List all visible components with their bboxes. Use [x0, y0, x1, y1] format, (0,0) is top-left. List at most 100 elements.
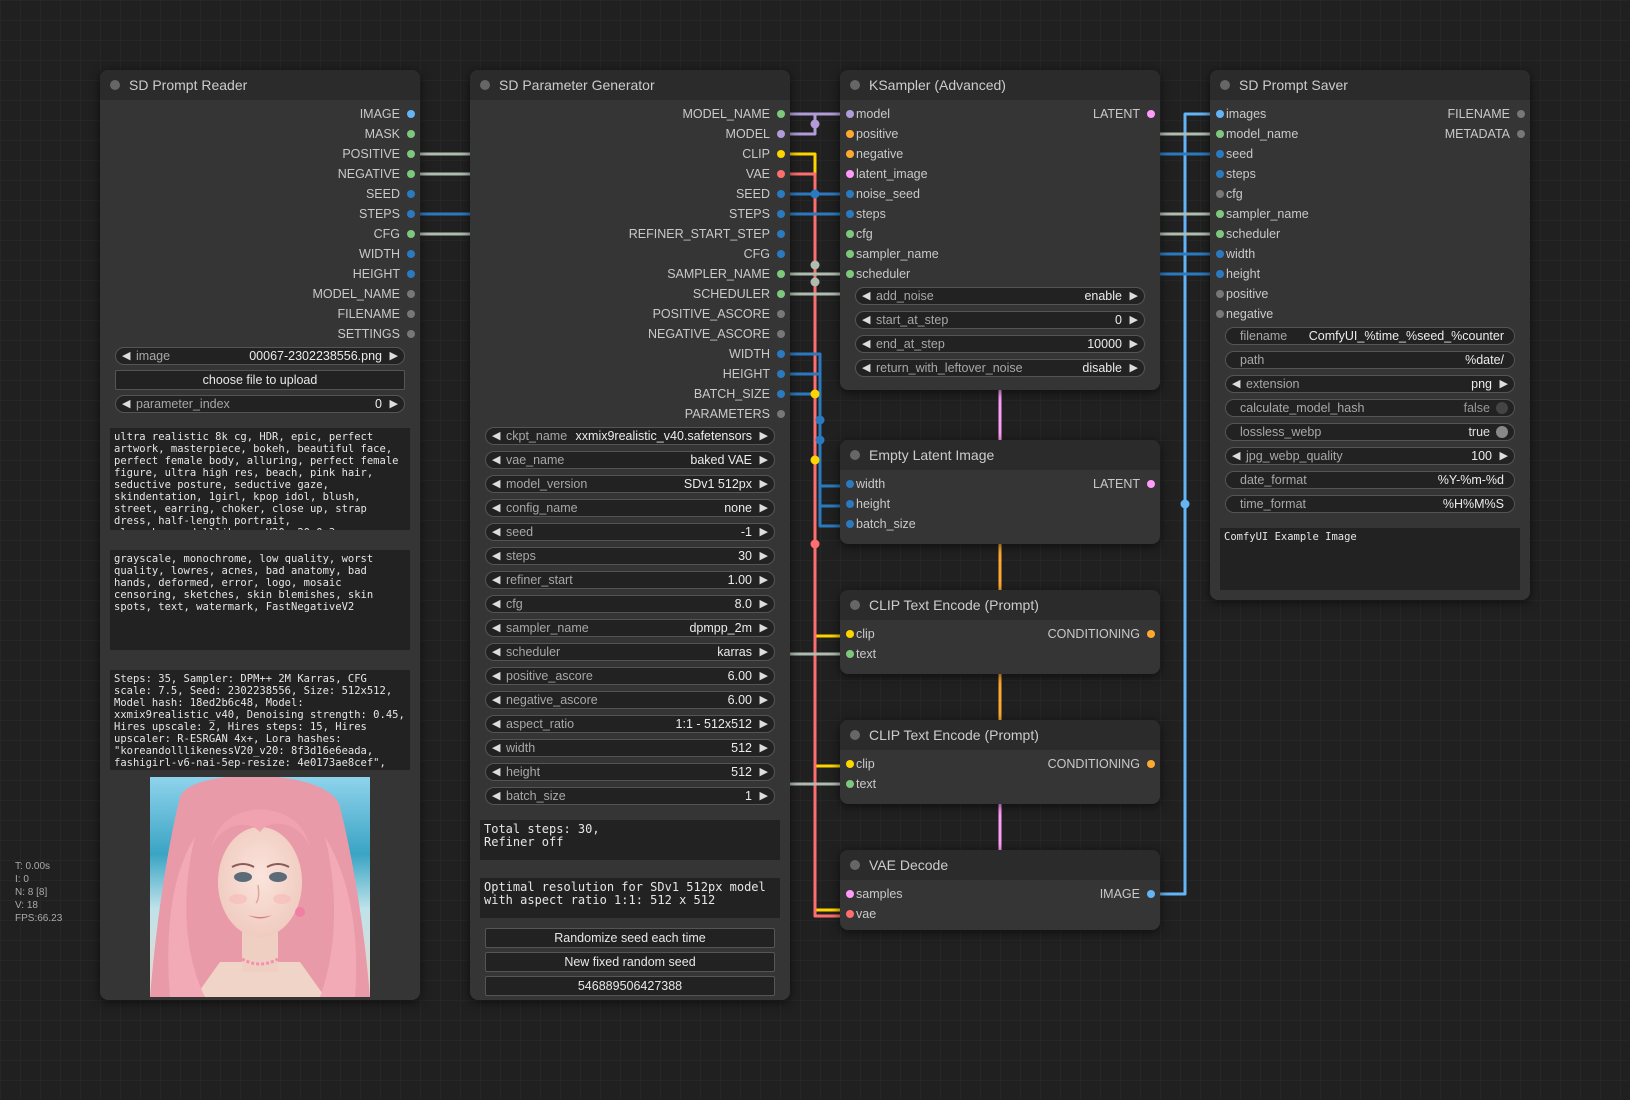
- output-socket-icon[interactable]: [1147, 110, 1155, 118]
- output-socket-icon[interactable]: [407, 230, 415, 238]
- input-socket-icon[interactable]: [1216, 110, 1224, 118]
- input-socket-icon[interactable]: [846, 500, 854, 508]
- decrement-arrow-icon[interactable]: ◀: [492, 740, 500, 756]
- output-socket-icon[interactable]: [407, 290, 415, 298]
- input-latent-image[interactable]: latent_image: [846, 166, 996, 182]
- widget-return-with-leftover-noise[interactable]: ◀ return_with_leftover_noise disable ▶: [855, 359, 1145, 377]
- widget-time-format[interactable]: time_format %H%M%S: [1225, 495, 1515, 513]
- decrement-arrow-icon[interactable]: ◀: [492, 644, 500, 660]
- widget-batch-size[interactable]: ◀ batch_size 1 ▶: [485, 787, 775, 805]
- input-cfg[interactable]: cfg: [1216, 186, 1366, 202]
- input-socket-icon[interactable]: [846, 520, 854, 528]
- input-height[interactable]: height: [1216, 266, 1366, 282]
- widget-height[interactable]: ◀ height 512 ▶: [485, 763, 775, 781]
- upload-button[interactable]: choose file to upload: [115, 370, 405, 390]
- node-collapse-dot[interactable]: [850, 860, 860, 870]
- input-socket-icon[interactable]: [846, 650, 854, 658]
- output-socket-icon[interactable]: [777, 350, 785, 358]
- output-refiner-start-step[interactable]: REFINER_START_STEP: [565, 226, 785, 242]
- saver-text-area[interactable]: ComfyUI Example Image: [1220, 528, 1520, 590]
- output-socket-icon[interactable]: [1517, 110, 1525, 118]
- widget-date-format[interactable]: date_format %Y-%m-%d: [1225, 471, 1515, 489]
- output-socket-icon[interactable]: [407, 270, 415, 278]
- increment-arrow-icon[interactable]: ▶: [390, 348, 398, 364]
- parameter-index-stepper[interactable]: ◀ parameter_index 0 ▶: [115, 395, 405, 413]
- input-socket-icon[interactable]: [846, 190, 854, 198]
- input-steps[interactable]: steps: [846, 206, 996, 222]
- reroute-knot-icon[interactable]: [810, 119, 820, 129]
- input-socket-icon[interactable]: [1216, 310, 1224, 318]
- input-socket-icon[interactable]: [846, 110, 854, 118]
- widget-cfg[interactable]: ◀ cfg 8.0 ▶: [485, 595, 775, 613]
- output-socket-icon[interactable]: [1147, 630, 1155, 638]
- output-scheduler[interactable]: SCHEDULER: [565, 286, 785, 302]
- output-clip[interactable]: CLIP: [565, 146, 785, 162]
- widget-add-noise[interactable]: ◀ add_noise enable ▶: [855, 287, 1145, 305]
- input-vae[interactable]: vae: [846, 906, 996, 922]
- reroute-knot-icon[interactable]: [810, 389, 820, 399]
- decrement-arrow-icon[interactable]: ◀: [122, 396, 130, 412]
- input-socket-icon[interactable]: [1216, 150, 1224, 158]
- input-socket-icon[interactable]: [846, 780, 854, 788]
- increment-arrow-icon[interactable]: ▶: [1130, 312, 1138, 328]
- input-socket-icon[interactable]: [846, 170, 854, 178]
- input-noise-seed[interactable]: noise_seed: [846, 186, 996, 202]
- node-sd-parameter-generator[interactable]: SD Parameter Generator MODEL_NAME MODEL …: [470, 70, 790, 1000]
- output-socket-icon[interactable]: [407, 190, 415, 198]
- increment-arrow-icon[interactable]: ▶: [760, 788, 768, 804]
- decrement-arrow-icon[interactable]: ◀: [862, 288, 870, 304]
- input-socket-icon[interactable]: [846, 250, 854, 258]
- input-samples[interactable]: samples: [846, 886, 996, 902]
- widget-steps[interactable]: ◀ steps 30 ▶: [485, 547, 775, 565]
- node-title-bar[interactable]: CLIP Text Encode (Prompt): [840, 590, 1160, 620]
- output-socket-icon[interactable]: [1517, 130, 1525, 138]
- toggle-calculate-model-hash[interactable]: calculate_model_hash false: [1225, 399, 1515, 417]
- output-socket-icon[interactable]: [407, 170, 415, 178]
- increment-arrow-icon[interactable]: ▶: [760, 644, 768, 660]
- widget-ckpt-name[interactable]: ◀ ckpt_name xxmix9realistic_v40.safetensor…: [485, 427, 775, 445]
- output-socket-icon[interactable]: [777, 190, 785, 198]
- increment-arrow-icon[interactable]: ▶: [1130, 336, 1138, 352]
- output-seed[interactable]: SEED: [565, 186, 785, 202]
- decrement-arrow-icon[interactable]: ◀: [862, 360, 870, 376]
- image-select[interactable]: ◀ image 00067-2302238556.png ▶: [115, 347, 405, 365]
- input-negative[interactable]: negative: [846, 146, 996, 162]
- output-height[interactable]: HEIGHT: [565, 366, 785, 382]
- increment-arrow-icon[interactable]: ▶: [1130, 288, 1138, 304]
- node-collapse-dot[interactable]: [850, 600, 860, 610]
- output-socket-icon[interactable]: [777, 210, 785, 218]
- input-socket-icon[interactable]: [1216, 270, 1224, 278]
- output-latent[interactable]: LATENT: [1035, 106, 1155, 122]
- node-title-bar[interactable]: KSampler (Advanced): [840, 70, 1160, 100]
- reroute-knot-icon[interactable]: [810, 539, 820, 549]
- output-socket-icon[interactable]: [407, 130, 415, 138]
- widget-jpg-webp-quality[interactable]: ◀ jpg_webp_quality 100 ▶: [1225, 447, 1515, 465]
- decrement-arrow-icon[interactable]: ◀: [492, 524, 500, 540]
- output-socket-icon[interactable]: [407, 310, 415, 318]
- widget-filename[interactable]: filename ComfyUI_%time_%seed_%counter: [1225, 327, 1515, 345]
- output-socket-icon[interactable]: [777, 390, 785, 398]
- output-socket-icon[interactable]: [777, 270, 785, 278]
- output-filename[interactable]: FILENAME: [1405, 106, 1525, 122]
- output-socket-icon[interactable]: [1147, 890, 1155, 898]
- node-sd-prompt-saver[interactable]: SD Prompt Saver images model_name seed s…: [1210, 70, 1530, 600]
- increment-arrow-icon[interactable]: ▶: [760, 764, 768, 780]
- increment-arrow-icon[interactable]: ▶: [760, 740, 768, 756]
- increment-arrow-icon[interactable]: ▶: [760, 692, 768, 708]
- output-width[interactable]: WIDTH: [215, 246, 415, 262]
- output-socket-icon[interactable]: [777, 330, 785, 338]
- output-socket-icon[interactable]: [777, 170, 785, 178]
- negative-prompt-textarea[interactable]: grayscale, monochrome, low quality, wors…: [110, 550, 410, 650]
- settings-textarea[interactable]: Steps: 35, Sampler: DPM++ 2M Karras, CFG…: [110, 670, 410, 770]
- input-socket-icon[interactable]: [846, 480, 854, 488]
- decrement-arrow-icon[interactable]: ◀: [492, 716, 500, 732]
- output-socket-icon[interactable]: [777, 370, 785, 378]
- output-settings[interactable]: SETTINGS: [215, 326, 415, 342]
- output-negative-ascore[interactable]: NEGATIVE_ASCORE: [565, 326, 785, 342]
- reroute-knot-icon[interactable]: [810, 277, 820, 287]
- input-scheduler[interactable]: scheduler: [1216, 226, 1366, 242]
- output-model[interactable]: MODEL: [565, 126, 785, 142]
- input-steps[interactable]: steps: [1216, 166, 1366, 182]
- node-collapse-dot[interactable]: [110, 80, 120, 90]
- input-socket-icon[interactable]: [846, 630, 854, 638]
